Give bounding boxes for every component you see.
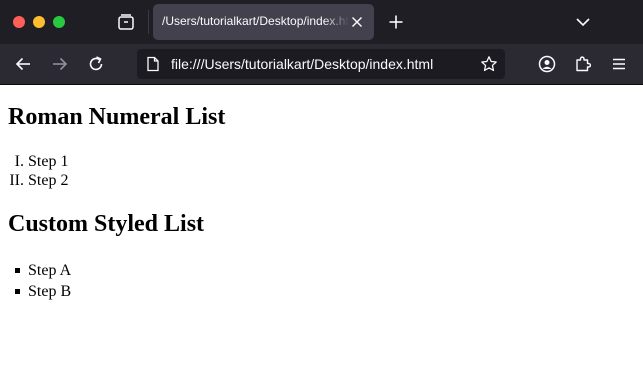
square-bullet (15, 268, 20, 273)
tab-divider (148, 10, 149, 34)
plus-icon[interactable] (386, 12, 406, 32)
list-item-text: Step 2 (28, 172, 69, 189)
custom-list-heading: Custom Styled List (8, 211, 205, 237)
minimize-window-button[interactable] (33, 16, 45, 28)
tab-manager-icon[interactable] (116, 12, 136, 32)
close-icon[interactable] (349, 14, 365, 30)
tab-title: /Users/tutorialkart/Desktop/index.html (162, 14, 348, 28)
page-icon (147, 56, 159, 72)
arrow-right-icon[interactable] (50, 54, 70, 74)
active-tab[interactable]: /Users/tutorialkart/Desktop/index.html (153, 4, 374, 40)
list-item-text: Step B (28, 283, 72, 300)
close-window-button[interactable] (13, 16, 25, 28)
star-icon[interactable] (480, 55, 498, 73)
url-bar[interactable]: file:///Users/tutorialkart/Desktop/index… (137, 49, 505, 79)
reload-icon[interactable] (86, 54, 106, 74)
roman-list-item: I. Step 1 (0, 152, 200, 172)
hamburger-menu-icon[interactable] (609, 54, 629, 74)
page-content: Roman Numeral List I. Step 1 II. Step 2 … (0, 85, 643, 381)
chevron-down-icon[interactable] (573, 12, 593, 32)
list-item-text: Step 1 (28, 153, 69, 170)
square-bullet (15, 289, 20, 294)
tab-title-fade (323, 10, 349, 34)
list-marker: I. (14, 153, 24, 170)
list-item-text: Step A (28, 262, 72, 279)
roman-list-item: II. Step 2 (0, 171, 200, 191)
account-icon[interactable] (537, 54, 557, 74)
navigation-toolbar: file:///Users/tutorialkart/Desktop/index… (0, 44, 643, 84)
url-text[interactable]: file:///Users/tutorialkart/Desktop/index… (171, 56, 433, 72)
browser-titlebar: /Users/tutorialkart/Desktop/index.html (0, 0, 643, 44)
list-marker: II. (9, 172, 24, 189)
arrow-left-icon[interactable] (13, 54, 33, 74)
custom-list-item: Step A (0, 261, 200, 281)
custom-list-item: Step B (0, 282, 200, 302)
extensions-icon[interactable] (573, 54, 593, 74)
zoom-window-button[interactable] (53, 16, 65, 28)
roman-list-heading: Roman Numeral List (8, 104, 226, 130)
